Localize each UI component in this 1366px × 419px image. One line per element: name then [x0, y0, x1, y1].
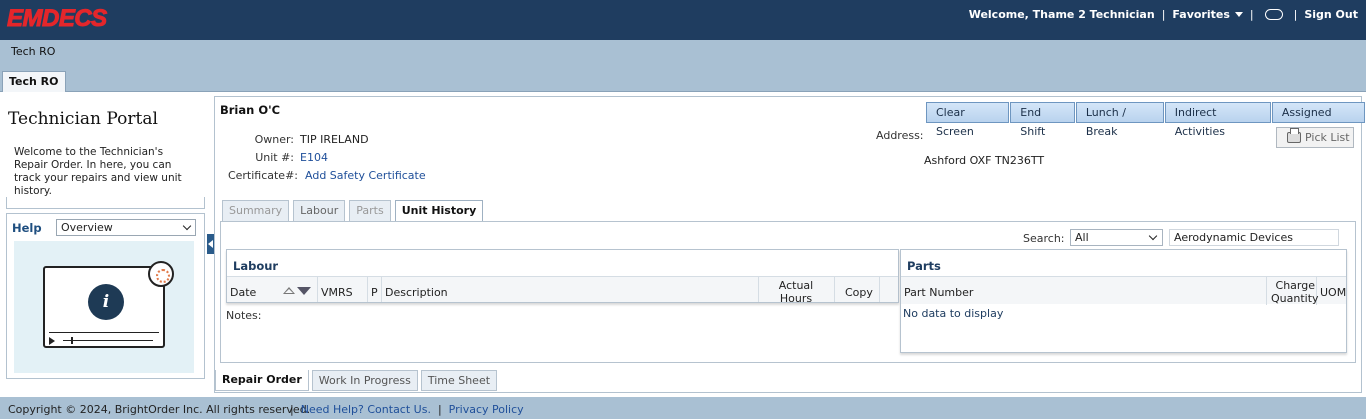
- help-contact-link[interactable]: Need Help? Contact Us.: [301, 403, 431, 416]
- chat-icon[interactable]: [1264, 8, 1283, 20]
- unit-label: Unit #:: [255, 151, 294, 164]
- labour-header-row: Date VMRS P Description Actual Hours Cop…: [227, 276, 898, 302]
- help-topic-value: Overview: [61, 221, 113, 234]
- welcome-text: Welcome, Thame 2 Technician: [968, 7, 1155, 21]
- top-header: EMDECS Welcome, Thame 2 Technician | Fav…: [0, 0, 1366, 40]
- labour-title: Labour: [233, 259, 279, 273]
- pick-list-button[interactable]: Pick List: [1276, 127, 1354, 148]
- col-uom[interactable]: UOM: [1317, 277, 1348, 305]
- parts-header-row: Part Number Charge Quantity UOM: [901, 276, 1348, 305]
- repair-tabs: Summary Labour Parts Unit History: [222, 200, 487, 222]
- footer-separator: |: [290, 403, 294, 416]
- chevron-down-icon: [182, 221, 192, 231]
- top-nav: Welcome, Thame 2 Technician | Favorites …: [969, 7, 1358, 21]
- col-part-number[interactable]: Part Number: [901, 277, 1267, 305]
- clear-screen-button[interactable]: Clear Screen: [926, 102, 1010, 138]
- action-buttons: Clear Screen End Shift Lunch / Break Ind…: [926, 102, 1366, 138]
- search-input[interactable]: [1169, 229, 1339, 246]
- end-shift-button[interactable]: End Shift: [1010, 102, 1075, 138]
- breadcrumb-bar: Tech RO: [0, 40, 1366, 70]
- address-value: Ashford OXF TN236TT: [924, 154, 1045, 167]
- assigned-work-button[interactable]: Assigned Work: [1271, 102, 1365, 138]
- tab-repair-order[interactable]: Repair Order: [215, 370, 309, 391]
- notes-label: Notes:: [226, 309, 262, 322]
- caret-down-icon: [1234, 12, 1243, 17]
- col-p[interactable]: P: [368, 277, 382, 302]
- tab-labour[interactable]: Labour: [293, 200, 346, 221]
- tab-tech-ro[interactable]: Tech RO: [2, 71, 66, 92]
- tab-unit-history[interactable]: Unit History: [394, 200, 484, 222]
- lunch-break-button[interactable]: Lunch / Break: [1075, 102, 1164, 138]
- help-video[interactable]: i: [14, 241, 194, 373]
- progress-knob: [71, 337, 73, 344]
- nav-separator: |: [1161, 7, 1166, 21]
- technician-name: Brian O'C: [220, 103, 281, 117]
- sort-icon[interactable]: [283, 287, 313, 295]
- copyright-text: Copyright © 2024, BrightOrder Inc. All r…: [8, 403, 311, 416]
- col-actual-hours[interactable]: Actual Hours: [759, 277, 835, 302]
- labour-grid: Labour Date VMRS P Description Actual Ho…: [226, 249, 899, 303]
- col-date[interactable]: Date: [227, 277, 318, 302]
- owner-label: Owner:: [254, 133, 294, 146]
- col-copy[interactable]: Copy: [835, 277, 880, 302]
- col-vmrs[interactable]: VMRS: [318, 277, 368, 302]
- sign-out-link[interactable]: Sign Out: [1304, 8, 1358, 21]
- printer-icon: [1287, 128, 1301, 143]
- search-label: Search:: [1023, 232, 1065, 245]
- parts-grid: Parts Part Number Charge Quantity UOM No…: [900, 249, 1347, 353]
- add-safety-certificate-link[interactable]: Add Safety Certificate: [305, 169, 426, 182]
- gear-icon: [148, 261, 174, 287]
- privacy-policy-link[interactable]: Privacy Policy: [449, 403, 524, 416]
- footer-separator: |: [437, 403, 442, 416]
- left-divider: [6, 197, 205, 209]
- info-icon: i: [88, 284, 124, 320]
- tab-work-in-progress[interactable]: Work In Progress: [311, 370, 418, 391]
- chevron-down-icon: [1148, 231, 1158, 241]
- breadcrumb: Tech RO: [11, 45, 56, 58]
- help-label: Help: [12, 221, 42, 235]
- nav-separator: |: [1249, 7, 1254, 21]
- tab-time-sheet[interactable]: Time Sheet: [420, 370, 498, 391]
- footer-links: | Need Help? Contact Us. | Privacy Polic…: [290, 403, 524, 416]
- help-topic-select[interactable]: Overview: [56, 219, 196, 236]
- sort-ascending-icon: [283, 287, 295, 294]
- col-description[interactable]: Description: [382, 277, 759, 302]
- col-charge-quantity[interactable]: Charge Quantity: [1267, 277, 1319, 305]
- pick-list-label: Pick List: [1305, 131, 1350, 144]
- address-label: Address:: [876, 129, 924, 142]
- video-player-icon: i: [43, 266, 165, 348]
- bottom-tabs: Repair Order Work In Progress Time Sheet: [215, 370, 500, 391]
- footer: Copyright © 2024, BrightOrder Inc. All r…: [0, 397, 1366, 419]
- page-title: Technician Portal: [8, 109, 158, 129]
- favorites-menu[interactable]: Favorites: [1172, 8, 1243, 21]
- play-icon: [49, 337, 55, 345]
- parts-empty-message: No data to display: [903, 307, 1004, 320]
- certificate-label: Certificate#:: [227, 169, 298, 182]
- parts-title: Parts: [907, 259, 941, 273]
- unit-link[interactable]: E104: [300, 151, 328, 164]
- nav-separator: |: [1293, 7, 1298, 21]
- tab-summary[interactable]: Summary: [222, 200, 290, 221]
- indirect-activities-button[interactable]: Indirect Activities: [1164, 102, 1271, 138]
- search-filter-select[interactable]: All: [1070, 229, 1163, 246]
- portal-description: Welcome to the Technician's Repair Order…: [14, 146, 182, 197]
- progress-track: [63, 340, 153, 341]
- tab-parts[interactable]: Parts: [349, 200, 391, 221]
- search-filter-value: All: [1075, 231, 1089, 244]
- sort-descending-icon: [297, 287, 311, 295]
- owner-value: TIP IRELAND: [300, 133, 369, 146]
- app-logo: EMDECS: [7, 5, 108, 32]
